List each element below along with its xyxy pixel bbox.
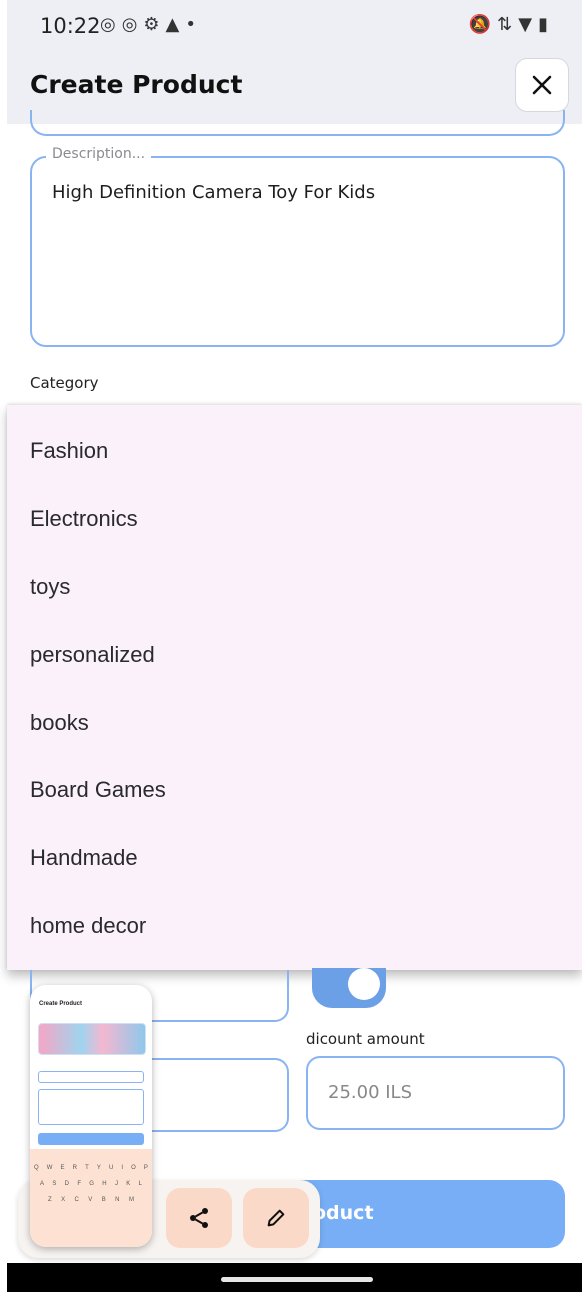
keyboard-key: M xyxy=(128,1197,134,1203)
keyboard-key: V xyxy=(88,1197,93,1203)
category-option-toys[interactable]: toys xyxy=(7,553,582,621)
keyboard-row-2: ASDFGHJKL xyxy=(40,1181,142,1187)
keyboard-key: G xyxy=(89,1181,94,1187)
share-icon xyxy=(190,1208,208,1228)
category-option-handmade[interactable]: Handmade xyxy=(7,824,582,892)
thumbnail-button xyxy=(38,1133,144,1145)
previous-field[interactable] xyxy=(30,110,565,136)
keyboard-key: B xyxy=(101,1197,106,1203)
keyboard-key: D xyxy=(64,1181,69,1187)
option-label: books xyxy=(30,710,89,735)
option-label: Electronics xyxy=(30,506,138,531)
keyboard-key: P xyxy=(143,1165,148,1171)
keyboard-key: R xyxy=(72,1165,77,1171)
screenshot-thumbnail[interactable]: Create Product Q W E R T Y U I O P A S D F G H J K L Z X C V… xyxy=(30,985,152,1247)
keyboard-key: S xyxy=(52,1181,57,1187)
keyboard-key: U xyxy=(108,1165,114,1171)
category-option-electronics[interactable]: Electronics xyxy=(7,485,582,553)
thumbnail-field xyxy=(38,1071,144,1083)
keyboard-key: W xyxy=(46,1165,53,1171)
keyboard-key: A xyxy=(40,1181,45,1187)
keyboard-key: F xyxy=(77,1181,81,1187)
page-title: Create Product xyxy=(30,70,243,99)
thumbnail-product-image xyxy=(38,1023,146,1055)
toggle-knob xyxy=(348,968,380,1000)
close-button[interactable] xyxy=(515,58,569,112)
keyboard-key: H xyxy=(102,1181,107,1187)
category-option-home-decor[interactable]: home decor xyxy=(7,892,582,960)
keyboard-key: Z xyxy=(48,1197,52,1203)
notification-icons: ◎◎⚙▲• xyxy=(100,14,203,35)
keyboard-key: T xyxy=(85,1165,89,1171)
share-button[interactable] xyxy=(166,1188,232,1248)
keyboard-key: X xyxy=(61,1197,66,1203)
category-option-board-games[interactable]: Board Games xyxy=(7,756,582,824)
keyboard-key: I xyxy=(121,1165,124,1171)
discount-label: dicount amount xyxy=(306,1030,425,1048)
keyboard-key: K xyxy=(126,1181,131,1187)
system-status-icons: 🔕⇅▼▮ xyxy=(468,14,554,35)
keyboard-key: E xyxy=(60,1165,65,1171)
description-label: Description... xyxy=(46,146,152,162)
thumbnail-title: Create Product xyxy=(39,1001,83,1007)
option-label: personalized xyxy=(30,642,155,667)
category-option-fashion[interactable]: Fashion xyxy=(7,417,582,485)
keyboard-row-3: ZXCVBNM xyxy=(48,1197,134,1203)
keyboard-key: Y xyxy=(96,1165,101,1171)
keyboard-key: L xyxy=(138,1181,142,1187)
option-label: Handmade xyxy=(30,845,138,870)
option-label: Board Games xyxy=(30,777,166,802)
option-label: toys xyxy=(30,574,71,599)
create-product-label: oduct xyxy=(313,1202,374,1224)
discount-value[interactable]: 25.00 ILS xyxy=(328,1082,412,1103)
keyboard-key: O xyxy=(131,1165,136,1171)
keyboard-key: N xyxy=(115,1197,120,1203)
status-time: 10:22 xyxy=(40,14,101,38)
thumbnail-keyboard: Q W E R T Y U I O P A S D F G H J K L Z X C V B N M xyxy=(30,1149,152,1247)
option-label: home decor xyxy=(30,913,147,938)
close-icon xyxy=(532,75,552,95)
home-gesture-handle[interactable] xyxy=(221,1277,373,1282)
category-option-books[interactable]: books xyxy=(7,689,582,757)
thumbnail-description-field xyxy=(38,1089,144,1125)
edit-button[interactable] xyxy=(243,1188,309,1248)
description-value[interactable]: High Definition Camera Toy For Kids xyxy=(52,182,375,203)
category-label: Category xyxy=(30,374,99,392)
keyboard-key: C xyxy=(74,1197,79,1203)
pencil-icon xyxy=(267,1209,285,1227)
option-label: Fashion xyxy=(30,438,109,463)
keyboard-key: Q xyxy=(34,1165,39,1171)
keyboard-row-1: QWERTYUIOP xyxy=(34,1165,148,1171)
keyboard-key: J xyxy=(114,1181,118,1187)
category-dropdown-menu: Fashion Electronics toys personalized bo… xyxy=(7,405,582,970)
category-option-personalized[interactable]: personalized xyxy=(7,621,582,689)
